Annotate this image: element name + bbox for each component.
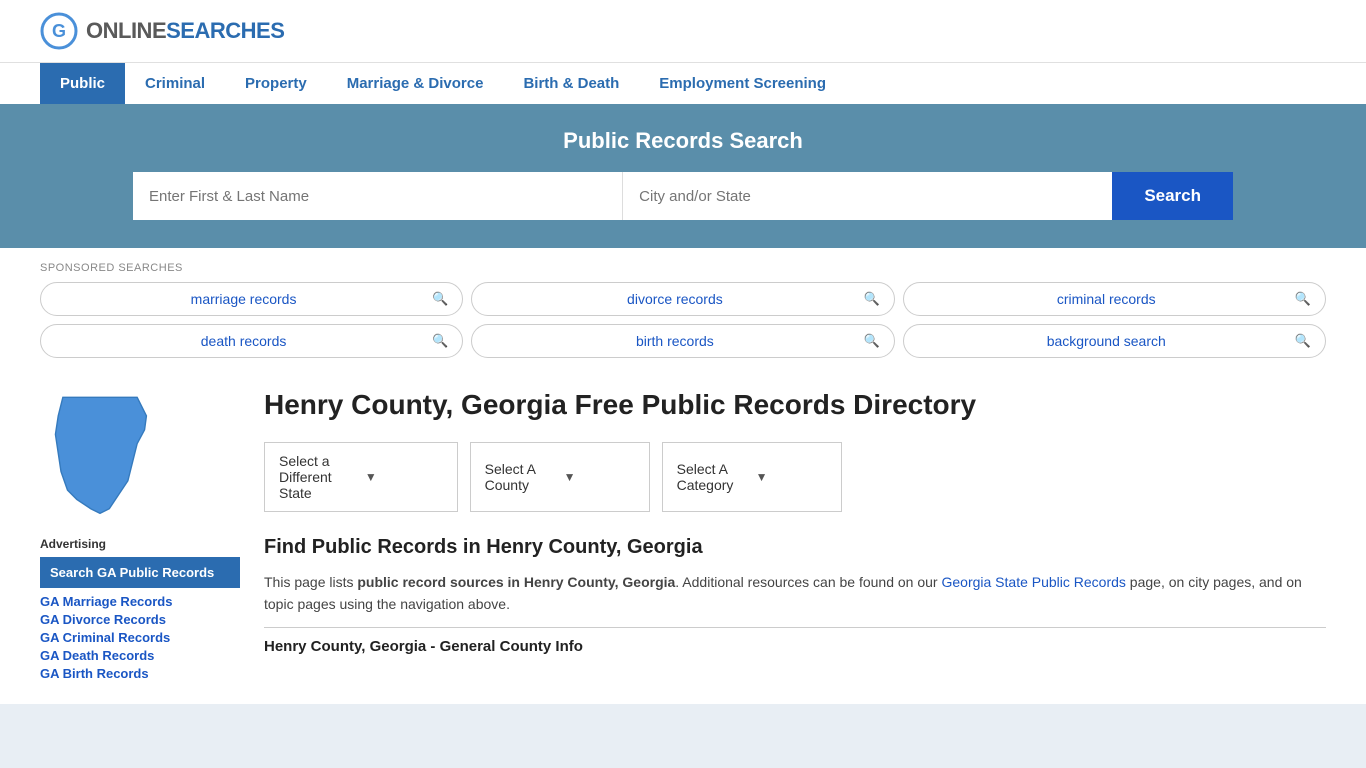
svg-text:G: G <box>52 21 66 41</box>
georgia-map-icon <box>40 388 160 518</box>
pill-label: divorce records <box>486 291 863 307</box>
pill-background-search[interactable]: background search 🔍 <box>903 324 1326 358</box>
nav-public[interactable]: Public <box>40 63 125 104</box>
pill-marriage-records[interactable]: marriage records 🔍 <box>40 282 463 316</box>
search-icon: 🔍 <box>1295 291 1311 307</box>
sidebar-links: GA Marriage Records GA Divorce Records G… <box>40 594 240 681</box>
pill-divorce-records[interactable]: divorce records 🔍 <box>471 282 894 316</box>
sponsored-pills: marriage records 🔍 divorce records 🔍 cri… <box>40 282 1326 358</box>
pill-label: birth records <box>486 333 863 349</box>
search-icon: 🔍 <box>432 333 448 349</box>
name-input[interactable] <box>133 172 623 220</box>
page-title: Henry County, Georgia Free Public Record… <box>264 388 1326 422</box>
header: G ONLINESEARCHES <box>0 0 1366 62</box>
main-content: Henry County, Georgia Free Public Record… <box>264 388 1326 684</box>
nav-employment[interactable]: Employment Screening <box>639 63 846 104</box>
nav-property[interactable]: Property <box>225 63 327 104</box>
category-dropdown-label: Select A Category <box>677 461 748 493</box>
state-map <box>40 388 240 521</box>
state-dropdown-label: Select a Different State <box>279 453 357 501</box>
logo-icon: G <box>40 12 78 50</box>
pill-label: death records <box>55 333 432 349</box>
county-dropdown-label: Select A County <box>485 461 556 493</box>
sidebar-link-criminal[interactable]: GA Criminal Records <box>40 630 240 645</box>
dropdowns-row: Select a Different State ▼ Select A Coun… <box>264 442 1326 512</box>
logo: G ONLINESEARCHES <box>40 12 284 50</box>
pill-criminal-records[interactable]: criminal records 🔍 <box>903 282 1326 316</box>
find-title: Find Public Records in Henry County, Geo… <box>264 536 1326 559</box>
pill-label: marriage records <box>55 291 432 307</box>
main-nav: Public Criminal Property Marriage & Divo… <box>0 62 1366 104</box>
chevron-down-icon: ▼ <box>365 470 443 484</box>
content-body: Advertising Search GA Public Records GA … <box>0 368 1366 704</box>
logo-online: ONLINE <box>86 18 166 43</box>
sponsored-label: SPONSORED SEARCHES <box>40 262 1326 274</box>
featured-ad-link[interactable]: Search GA Public Records <box>40 557 240 588</box>
pill-death-records[interactable]: death records 🔍 <box>40 324 463 358</box>
search-icon: 🔍 <box>432 291 448 307</box>
find-desc-bold: public record sources in Henry County, G… <box>357 574 675 590</box>
chevron-down-icon: ▼ <box>756 470 827 484</box>
search-bar: Search <box>133 172 1233 220</box>
georgia-state-link[interactable]: Georgia State Public Records <box>941 574 1125 590</box>
county-info-heading: Henry County, Georgia - General County I… <box>264 638 1326 655</box>
county-info-bar: Henry County, Georgia - General County I… <box>264 627 1326 655</box>
sidebar-link-marriage[interactable]: GA Marriage Records <box>40 594 240 609</box>
sidebar-link-birth[interactable]: GA Birth Records <box>40 666 240 681</box>
location-input[interactable] <box>623 172 1112 220</box>
search-icon: 🔍 <box>1295 333 1311 349</box>
nav-birth-death[interactable]: Birth & Death <box>503 63 639 104</box>
hero-section: Public Records Search Search <box>0 104 1366 248</box>
pill-label: criminal records <box>918 291 1295 307</box>
state-dropdown[interactable]: Select a Different State ▼ <box>264 442 458 512</box>
find-description: This page lists public record sources in… <box>264 571 1326 616</box>
county-dropdown[interactable]: Select A County ▼ <box>470 442 650 512</box>
sidebar-link-death[interactable]: GA Death Records <box>40 648 240 663</box>
nav-marriage-divorce[interactable]: Marriage & Divorce <box>327 63 504 104</box>
sidebar-link-divorce[interactable]: GA Divorce Records <box>40 612 240 627</box>
advertising-label: Advertising <box>40 537 240 551</box>
search-icon: 🔍 <box>863 291 879 307</box>
logo-text: ONLINESEARCHES <box>86 18 284 44</box>
pill-birth-records[interactable]: birth records 🔍 <box>471 324 894 358</box>
nav-criminal[interactable]: Criminal <box>125 63 225 104</box>
find-desc-text2: . Additional resources can be found on o… <box>675 574 941 590</box>
hero-title: Public Records Search <box>40 128 1326 154</box>
search-icon: 🔍 <box>863 333 879 349</box>
logo-searches: SEARCHES <box>166 18 284 43</box>
search-button[interactable]: Search <box>1112 172 1233 220</box>
main-wrapper: SPONSORED SEARCHES marriage records 🔍 di… <box>0 248 1366 704</box>
sidebar: Advertising Search GA Public Records GA … <box>40 388 240 684</box>
chevron-down-icon: ▼ <box>564 470 635 484</box>
pill-label: background search <box>918 333 1295 349</box>
category-dropdown[interactable]: Select A Category ▼ <box>662 442 842 512</box>
find-desc-text1: This page lists <box>264 574 357 590</box>
sponsored-section: SPONSORED SEARCHES marriage records 🔍 di… <box>0 248 1366 368</box>
